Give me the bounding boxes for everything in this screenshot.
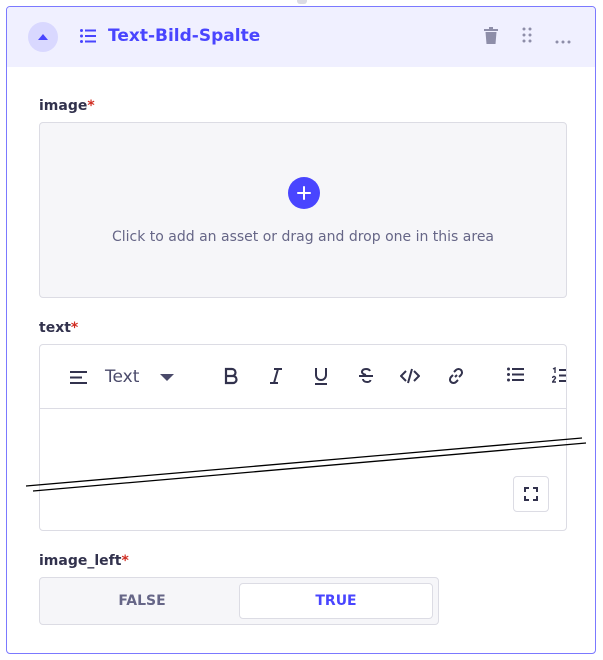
image-left-field-label: image_left* (39, 553, 129, 569)
required-mark: * (87, 98, 95, 114)
italic-icon[interactable] (269, 367, 283, 389)
drag-handle-icon[interactable] (522, 27, 532, 47)
text-field-label: text* (39, 320, 79, 336)
chevron-up-icon (38, 34, 48, 40)
bold-icon[interactable] (224, 367, 238, 389)
rich-text-editor: Text (39, 344, 567, 531)
list-icon (80, 28, 96, 47)
code-icon[interactable] (399, 367, 421, 389)
component-card: Text-Bild-Spalte image* Click to add an … (6, 6, 596, 654)
asset-dropzone[interactable]: Click to add an asset or drag and drop o… (39, 122, 567, 298)
bulleted-list-icon[interactable] (507, 367, 524, 386)
top-connector (297, 0, 307, 4)
plus-icon[interactable] (288, 177, 320, 209)
editor-content[interactable] (40, 409, 566, 530)
more-icon[interactable] (555, 29, 571, 48)
caret-down-icon[interactable] (160, 374, 174, 381)
required-mark: * (121, 553, 129, 569)
strikethrough-icon[interactable] (358, 367, 374, 389)
image-field-label: image* (39, 98, 95, 114)
paragraph-icon (70, 369, 87, 388)
dropzone-hint: Click to add an asset or drag and drop o… (111, 229, 495, 245)
component-header: Text-Bild-Spalte (7, 7, 595, 67)
expand-icon[interactable] (513, 476, 549, 512)
boolean-toggle: FALSE TRUE (39, 577, 439, 625)
component-title: Text-Bild-Spalte (108, 26, 261, 46)
toggle-option-false[interactable]: FALSE (44, 583, 240, 619)
trash-icon[interactable] (484, 27, 498, 48)
numbered-list-icon[interactable] (551, 366, 566, 388)
collapse-button[interactable] (28, 22, 58, 52)
block-type-select[interactable]: Text (105, 367, 139, 387)
editor-toolbar: Text (40, 345, 566, 409)
toggle-option-true[interactable]: TRUE (239, 583, 433, 619)
required-mark: * (70, 320, 79, 336)
underline-icon[interactable] (313, 367, 329, 389)
link-icon[interactable] (447, 367, 465, 389)
